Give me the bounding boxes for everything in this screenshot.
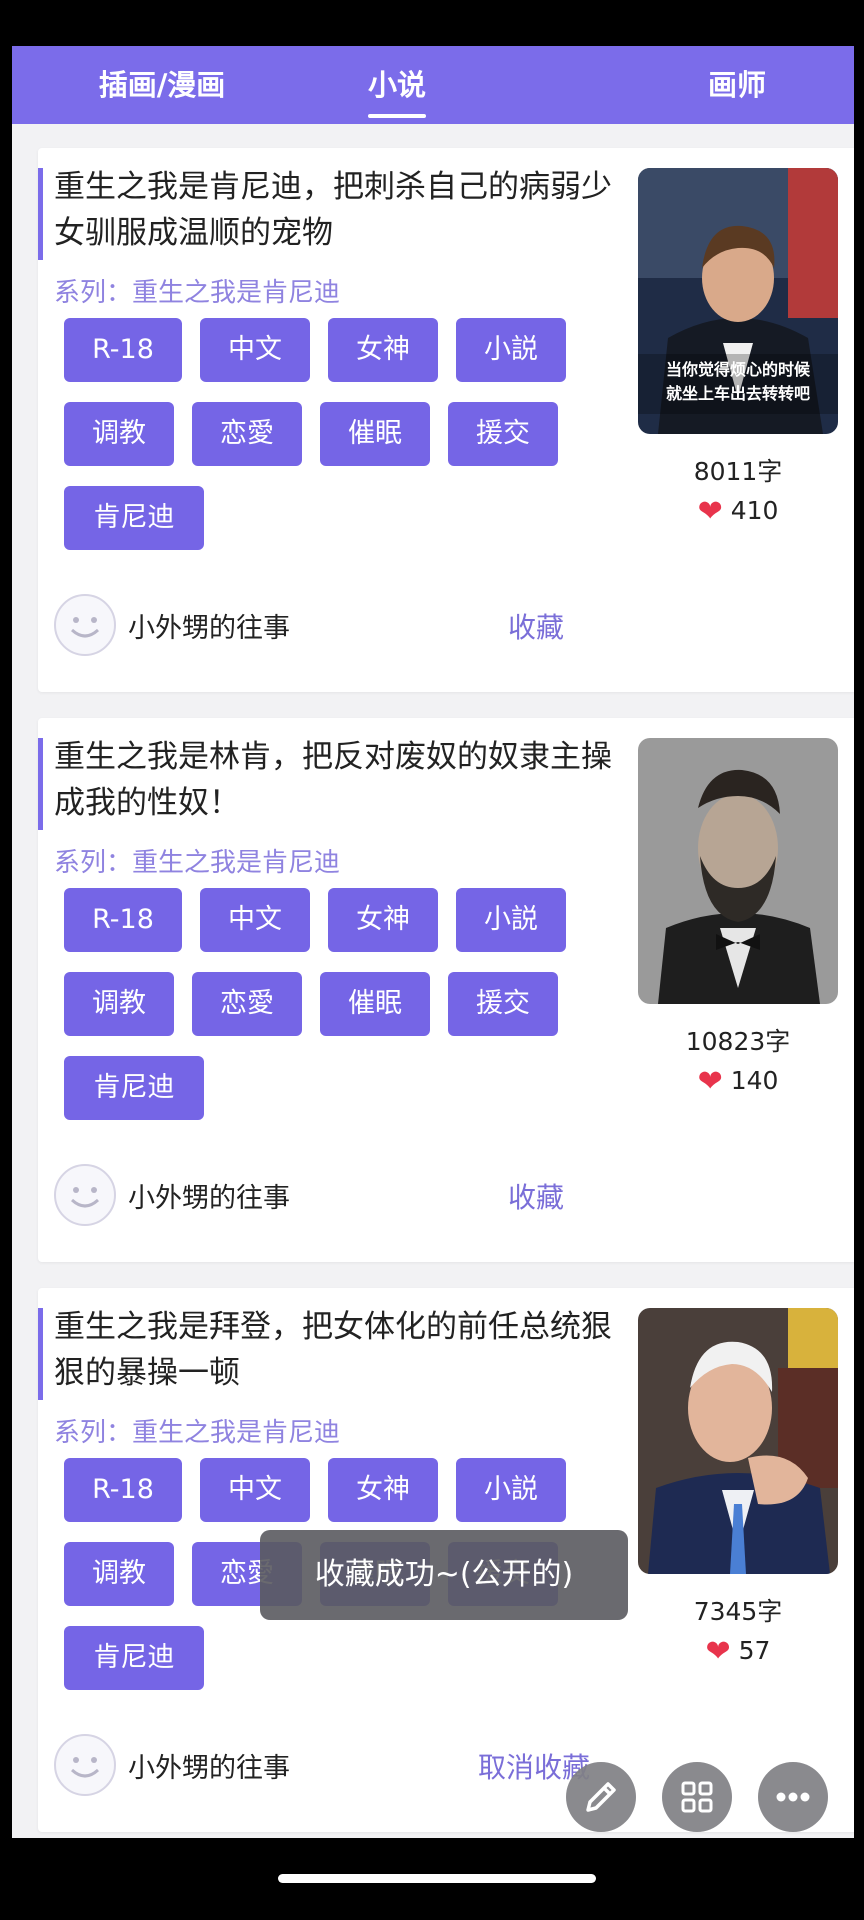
tag[interactable]: 肯尼迪	[64, 486, 204, 550]
tag[interactable]: 恋愛	[192, 972, 302, 1036]
cover-caption: 当你觉得烦心的时候 就坐上车出去转转吧	[665, 360, 810, 403]
heart-icon[interactable]: ❤	[698, 494, 723, 529]
favorite-button[interactable]: 收藏	[508, 606, 564, 646]
likes[interactable]: ❤ 57	[638, 1634, 838, 1669]
grid-icon	[681, 1781, 713, 1813]
tag[interactable]: 女神	[328, 888, 438, 952]
tab-artist[interactable]: 画师	[672, 46, 802, 124]
tag[interactable]: 肯尼迪	[64, 1056, 204, 1120]
tag[interactable]: 催眠	[320, 972, 430, 1036]
more-button[interactable]	[758, 1762, 828, 1832]
more-icon	[776, 1792, 810, 1802]
tag[interactable]: 女神	[328, 1458, 438, 1522]
heart-icon[interactable]: ❤	[706, 1634, 731, 1669]
accent-bar	[38, 1308, 43, 1400]
tag[interactable]: 肯尼迪	[64, 1626, 204, 1690]
series-link[interactable]: 系列：重生之我是肯尼迪	[54, 1412, 340, 1449]
favorite-button[interactable]: 收藏	[508, 1176, 564, 1216]
word-count: 7345字	[693, 1597, 783, 1626]
novel-cover-image[interactable]: 当你觉得烦心的时候 就坐上车出去转转吧	[638, 168, 838, 434]
tag[interactable]: 小説	[456, 318, 566, 382]
accent-bar	[38, 738, 43, 830]
tag[interactable]: 调教	[64, 1542, 174, 1606]
tag[interactable]: 中文	[200, 318, 310, 382]
series-link[interactable]: 系列：重生之我是肯尼迪	[54, 842, 340, 879]
tag[interactable]: 援交	[448, 402, 558, 466]
tag[interactable]: 中文	[200, 1458, 310, 1522]
tag[interactable]: R-18	[64, 1458, 182, 1522]
like-count: 57	[738, 1636, 771, 1665]
word-count: 8011字	[693, 457, 783, 486]
tag[interactable]: 女神	[328, 318, 438, 382]
tag[interactable]: 援交	[448, 972, 558, 1036]
author-name[interactable]: 小外甥的往事	[128, 1746, 290, 1785]
novel-cover-image[interactable]	[638, 1308, 838, 1574]
toast-message: 收藏成功~(公开的)	[260, 1530, 628, 1620]
series-link[interactable]: 系列：重生之我是肯尼迪	[54, 272, 340, 309]
like-count: 410	[730, 496, 779, 525]
like-count: 140	[730, 1066, 779, 1095]
novel-title[interactable]: 重生之我是林肯，把反对废奴的奴隶主操成我的性奴！	[54, 734, 634, 826]
edit-button[interactable]	[566, 1762, 636, 1832]
tag[interactable]: 调教	[64, 972, 174, 1036]
tag[interactable]: R-18	[64, 888, 182, 952]
author-avatar[interactable]	[54, 1734, 116, 1796]
tag[interactable]: 小説	[456, 888, 566, 952]
tag[interactable]: 恋愛	[192, 402, 302, 466]
novel-card[interactable]: 重生之我是林肯，把反对废奴的奴隶主操成我的性奴！ 系列：重生之我是肯尼迪 R-1…	[38, 718, 854, 1262]
tab-illustration-manga[interactable]: 插画/漫画	[72, 46, 252, 124]
likes[interactable]: ❤ 410	[638, 494, 838, 529]
likes[interactable]: ❤ 140	[638, 1064, 838, 1099]
screen: 插画/漫画 小说 画师 重生之我是肯尼迪，把刺杀自己的病弱少女驯服成温顺的宠物 …	[12, 46, 854, 1838]
author-name[interactable]: 小外甥的往事	[128, 1176, 290, 1215]
author-avatar[interactable]	[54, 594, 116, 656]
tag[interactable]: R-18	[64, 318, 182, 382]
heart-icon[interactable]: ❤	[698, 1064, 723, 1099]
author-name[interactable]: 小外甥的往事	[128, 606, 290, 645]
tag[interactable]: 小説	[456, 1458, 566, 1522]
tab-novel[interactable]: 小说	[342, 46, 452, 124]
tag[interactable]: 调教	[64, 402, 174, 466]
novel-cover-image[interactable]	[638, 738, 838, 1004]
novel-title[interactable]: 重生之我是拜登，把女体化的前任总统狠狠的暴操一顿	[54, 1304, 634, 1396]
word-count: 10823字	[685, 1027, 791, 1056]
grid-button[interactable]	[662, 1762, 732, 1832]
novel-card[interactable]: 重生之我是肯尼迪，把刺杀自己的病弱少女驯服成温顺的宠物 系列：重生之我是肯尼迪 …	[38, 148, 854, 692]
home-indicator[interactable]	[278, 1874, 596, 1883]
tag[interactable]: 催眠	[320, 402, 430, 466]
edit-icon	[586, 1782, 616, 1812]
accent-bar	[38, 168, 43, 260]
tag[interactable]: 中文	[200, 888, 310, 952]
novel-title[interactable]: 重生之我是肯尼迪，把刺杀自己的病弱少女驯服成温顺的宠物	[54, 164, 634, 256]
author-avatar[interactable]	[54, 1164, 116, 1226]
tab-bar: 插画/漫画 小说 画师	[12, 46, 854, 124]
